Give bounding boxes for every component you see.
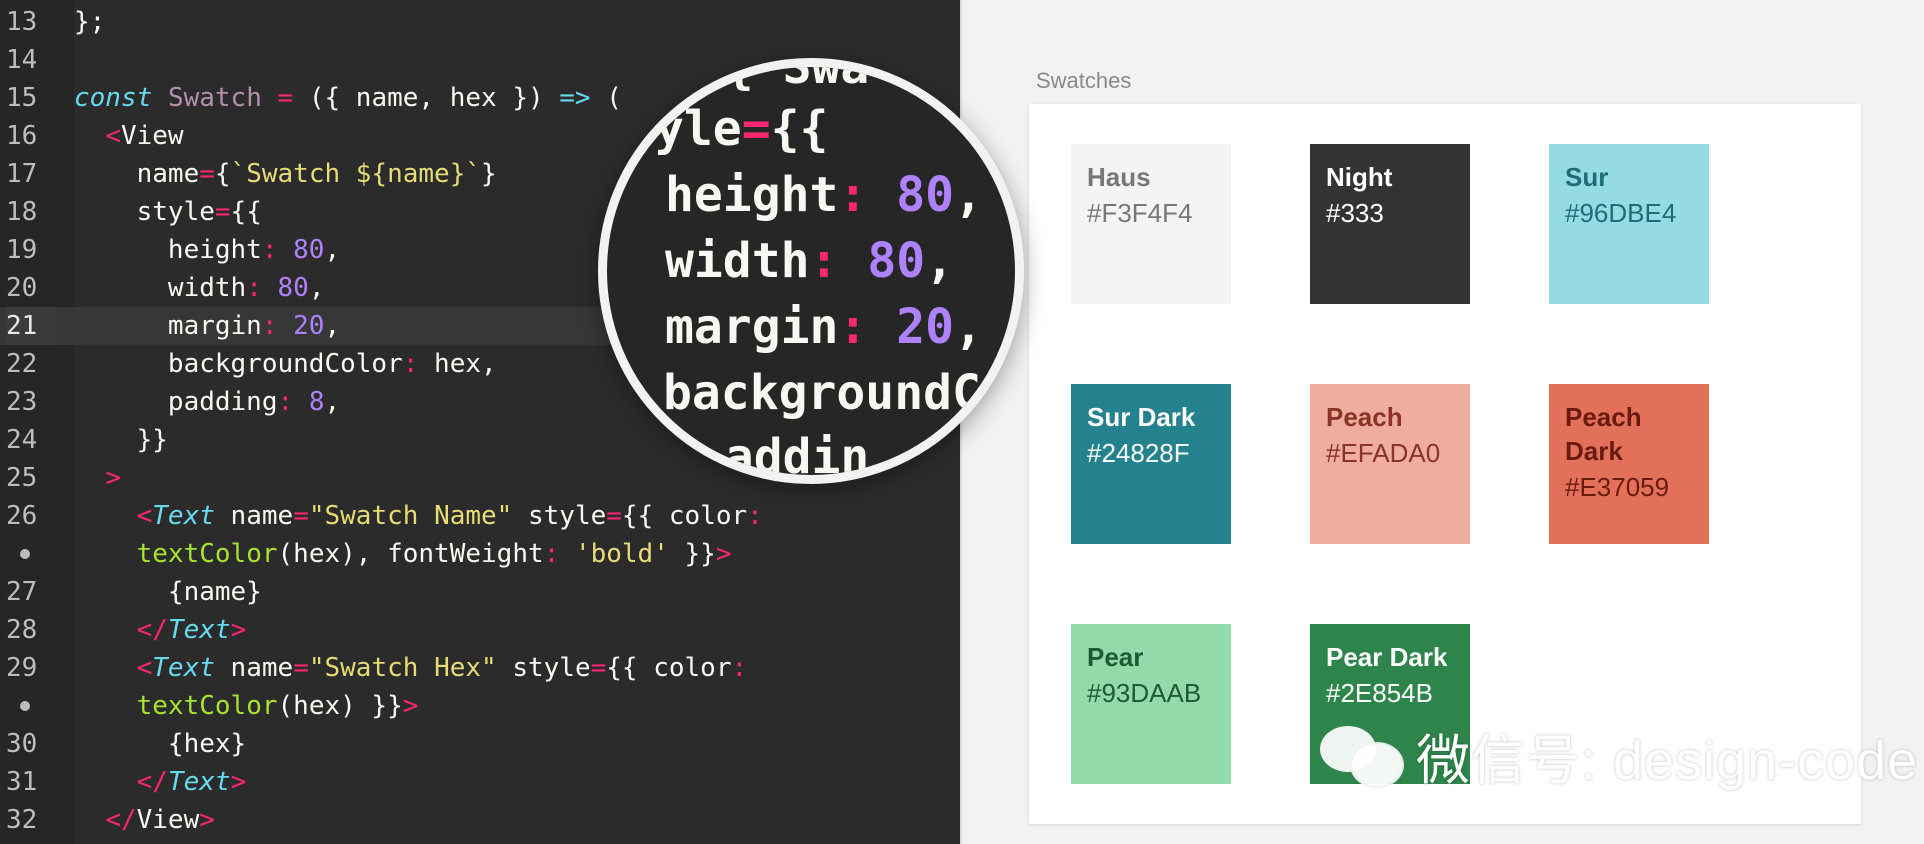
magnifier-lens: { Swa yle={{height: 80, width: 80, margin: … bbox=[598, 58, 1024, 484]
code-line[interactable]: 26 <Text name="Swatch Name" style={{ col… bbox=[0, 497, 960, 535]
code-line[interactable]: textColor(hex), fontWeight: 'bold' }}> bbox=[0, 535, 960, 573]
swatch-name: Haus bbox=[1087, 162, 1151, 192]
code-text: <Text name="Swatch Hex" style={{ color: bbox=[136, 653, 748, 683]
swatch-name: Night bbox=[1326, 162, 1393, 192]
swatch-peach[interactable]: Peach #EFADA0 bbox=[1310, 384, 1470, 544]
line-number: 13 bbox=[6, 7, 38, 37]
line-number: 21 bbox=[6, 307, 56, 345]
magnified-line: yle={{ bbox=[655, 101, 829, 157]
code-line[interactable]: 27 {name} bbox=[0, 573, 960, 611]
swatch-name: Peach bbox=[1326, 402, 1403, 432]
watermark-text: 微信号: design-code bbox=[1416, 730, 1919, 791]
code-text: margin: 20, bbox=[74, 311, 341, 341]
swatch-hex: #24828F bbox=[1087, 438, 1190, 468]
code-text: </Text> bbox=[136, 767, 247, 797]
code-text: const Swatch = ({ name, hex }) => ( bbox=[74, 83, 622, 113]
code-text: <View bbox=[105, 121, 184, 151]
swatch-hex: #93DAAB bbox=[1087, 678, 1202, 708]
line-number: 27 bbox=[6, 577, 38, 607]
code-text: height: 80, bbox=[74, 235, 341, 265]
line-number: 28 bbox=[6, 615, 38, 645]
swatch-hex: #F3F4F4 bbox=[1087, 198, 1193, 228]
swatch-hex: #333 bbox=[1326, 198, 1384, 228]
code-text: {name} bbox=[74, 577, 262, 607]
swatch-hex: #2E854B bbox=[1326, 678, 1433, 708]
swatch-sur[interactable]: Sur #96DBE4 bbox=[1549, 144, 1709, 304]
code-text: </Text> bbox=[136, 615, 247, 645]
magnified-line: margin: 20, bbox=[665, 299, 983, 355]
swatch-pear[interactable]: Pear #93DAAB bbox=[1071, 624, 1231, 784]
code-line[interactable]: 31 </Text> bbox=[0, 763, 960, 801]
artboard-label[interactable]: Swatches bbox=[1036, 68, 1131, 94]
swatch-hex: #E37059 bbox=[1565, 472, 1670, 502]
line-number: 29 bbox=[6, 653, 38, 683]
line-number: 20 bbox=[6, 273, 38, 303]
code-text: }; bbox=[74, 7, 106, 37]
code-text: </View> bbox=[105, 805, 215, 835]
line-number: 17 bbox=[6, 159, 38, 189]
swatch-name: Sur bbox=[1565, 162, 1609, 192]
code-text: textColor(hex) }}> bbox=[136, 691, 419, 721]
code-line[interactable]: 13}; bbox=[0, 3, 960, 41]
swatch-name: Pear Dark bbox=[1326, 642, 1448, 672]
line-number: 31 bbox=[6, 767, 38, 797]
line-number: 22 bbox=[6, 349, 38, 379]
swatch-haus[interactable]: Haus #F3F4F4 bbox=[1071, 144, 1231, 304]
line-number: 18 bbox=[6, 197, 38, 227]
line-number: 32 bbox=[6, 805, 38, 835]
code-text: name={`Swatch ${name}`} bbox=[74, 159, 497, 189]
line-number: 14 bbox=[6, 45, 38, 75]
code-line[interactable]: 30 {hex} bbox=[0, 725, 960, 763]
line-number: 15 bbox=[6, 83, 38, 113]
line-number: 30 bbox=[6, 729, 38, 759]
swatch-name: Pear bbox=[1087, 642, 1144, 672]
swatch-hex: #96DBE4 bbox=[1565, 198, 1677, 228]
line-number: 25 bbox=[6, 463, 38, 493]
swatch-night[interactable]: Night #333 bbox=[1310, 144, 1470, 304]
code-text: width: 80, bbox=[74, 273, 325, 303]
swatch-name: Sur Dark bbox=[1087, 402, 1196, 432]
magnified-line: backgroundC bbox=[663, 365, 981, 421]
code-text: {hex} bbox=[74, 729, 247, 759]
code-text: > bbox=[105, 463, 121, 493]
wrap-indicator-icon bbox=[20, 549, 30, 559]
wechat-icon bbox=[1320, 722, 1404, 788]
code-text: }} bbox=[74, 425, 168, 455]
code-text: style={{ bbox=[74, 197, 262, 227]
line-number: 19 bbox=[6, 235, 38, 265]
code-line[interactable]: textColor(hex) }}> bbox=[0, 687, 960, 725]
line-number: 24 bbox=[6, 425, 38, 455]
line-number: 16 bbox=[6, 121, 38, 151]
swatch-sur-dark[interactable]: Sur Dark #24828F bbox=[1071, 384, 1231, 544]
magnified-line: width: 80, bbox=[665, 233, 955, 289]
line-number: 26 bbox=[6, 501, 38, 531]
code-line[interactable]: 29 <Text name="Swatch Hex" style={{ colo… bbox=[0, 649, 960, 687]
magnified-line: height: 80, bbox=[665, 167, 983, 223]
watermark: 微信号: design-code bbox=[1320, 720, 1918, 791]
code-text: backgroundColor: hex, bbox=[74, 349, 497, 379]
line-number: 23 bbox=[6, 387, 38, 417]
swatch-name: Peach Dark bbox=[1565, 402, 1642, 466]
swatch-hex: #EFADA0 bbox=[1326, 438, 1441, 468]
code-text: <Text name="Swatch Name" style={{ color: bbox=[136, 501, 763, 531]
code-line[interactable]: 32 </View> bbox=[0, 801, 960, 839]
code-text: textColor(hex), fontWeight: 'bold' }}> bbox=[136, 539, 732, 569]
swatch-peach-dark[interactable]: Peach Dark #E37059 bbox=[1549, 384, 1709, 544]
wrap-indicator-icon bbox=[20, 701, 30, 711]
code-text: padding: 8, bbox=[74, 387, 341, 417]
code-line[interactable]: 28 </Text> bbox=[0, 611, 960, 649]
